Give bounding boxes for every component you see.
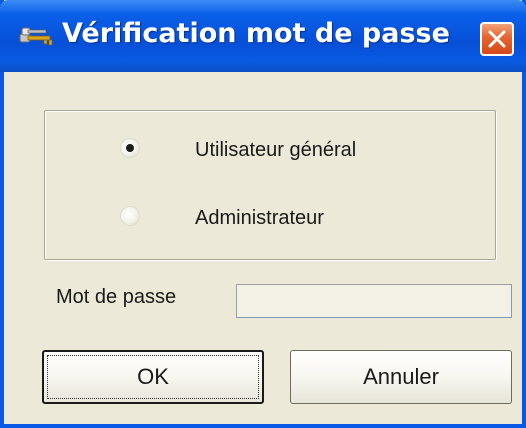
close-button[interactable] (480, 22, 514, 56)
cancel-button[interactable]: Annuler (290, 350, 512, 404)
password-label: Mot de passe (56, 286, 177, 308)
radio-label-general-user[interactable]: Utilisateur général (195, 139, 356, 162)
keys-icon (18, 26, 56, 48)
password-field[interactable] (236, 284, 512, 318)
password-dialog: Vérification mot de passe Utilisateur gé… (0, 0, 526, 428)
focus-rectangle (47, 355, 259, 399)
window-title: Vérification mot de passe (62, 18, 450, 49)
user-type-group: Utilisateur général Administrateur (44, 110, 496, 260)
radio-general-user[interactable] (121, 139, 139, 157)
radio-label-administrator[interactable]: Administrateur (195, 207, 324, 230)
close-icon (488, 30, 506, 48)
radio-selected-dot (126, 144, 134, 152)
ok-button[interactable]: OK (42, 350, 264, 404)
radio-administrator[interactable] (121, 207, 139, 225)
title-bar[interactable]: Vérification mot de passe (0, 0, 526, 72)
cancel-button-label: Annuler (363, 364, 439, 389)
